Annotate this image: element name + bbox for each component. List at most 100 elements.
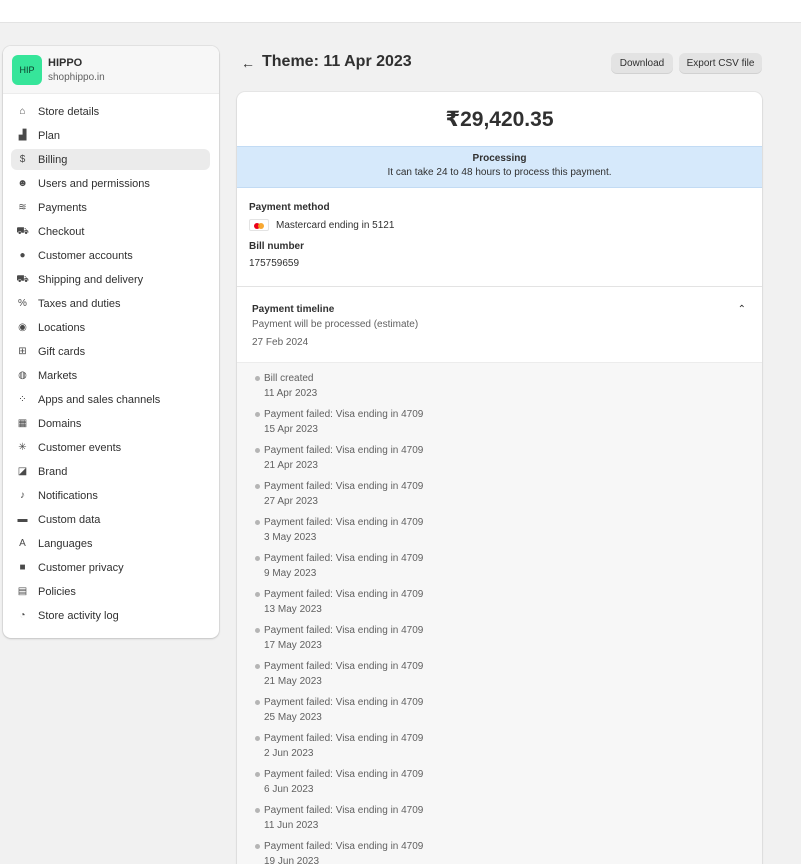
- timeline-event-text: Payment failed: Visa ending in 4709 21 Ap…: [264, 445, 423, 481]
- sidebar-item-customer-accounts[interactable]: ● Customer accounts: [11, 245, 210, 266]
- timeline-dot-icon: [255, 556, 260, 561]
- payment-method-label: Payment method: [249, 202, 330, 213]
- export-csv-button[interactable]: Export CSV file: [679, 53, 762, 74]
- brand-icon: ◪: [17, 465, 28, 477]
- sidebar-item-label: Customer accounts: [38, 249, 133, 262]
- timeline-dot-icon: [255, 448, 260, 453]
- sidebar-item-label: Locations: [38, 321, 86, 334]
- timeline-dot-icon: [255, 628, 260, 633]
- sidebar-item-label: Brand: [38, 465, 68, 478]
- processing-banner: Processing It can take 24 to 48 hours to…: [237, 146, 762, 188]
- event-title: Payment failed: Visa ending in 4709: [264, 805, 424, 816]
- event-date: 17 May 2023: [264, 640, 322, 651]
- languages-icon: A: [19, 537, 26, 549]
- timeline-event: Payment failed: Visa ending in 4709 21 Ap…: [255, 445, 762, 481]
- timeline-event: Payment failed: Visa ending in 4709 9 May…: [255, 553, 762, 589]
- sidebar-item-apps-and-sales-channels[interactable]: ⁘ Apps and sales channels: [11, 389, 210, 410]
- sidebar-item-label: Plan: [38, 129, 61, 142]
- timeline-event-text: Payment failed: Visa ending in 4709 25 Ma…: [264, 697, 423, 733]
- timeline-subtitle: Payment will be processed (estimate): [252, 319, 419, 330]
- sidebar-item-domains[interactable]: ▦ Domains: [11, 413, 210, 434]
- sidebar-item-markets[interactable]: ◍ Markets: [11, 365, 210, 386]
- timeline-dot-icon: [255, 844, 260, 849]
- timeline-event: Payment failed: Visa ending in 4709 19 Ju…: [255, 841, 762, 864]
- event-date: 21 May 2023: [264, 676, 322, 687]
- billing-icon: $: [19, 153, 26, 165]
- download-button[interactable]: Download: [611, 53, 673, 74]
- payments-icon: ≋: [18, 201, 27, 213]
- timeline-event-text: Payment failed: Visa ending in 4709 19 Ju…: [264, 841, 423, 864]
- timeline-event: Payment failed: Visa ending in 4709 13 Ma…: [255, 589, 762, 625]
- timeline-event: Payment failed: Visa ending in 4709 15 Ap…: [255, 409, 762, 445]
- sidebar-item-checkout[interactable]: ⛟ Checkout: [11, 221, 210, 242]
- event-title: Payment failed: Visa ending in 4709: [264, 661, 424, 672]
- page-title: Theme: 11 Apr 2023: [262, 53, 412, 70]
- event-title: Payment failed: Visa ending in 4709: [264, 517, 424, 528]
- timeline-event: Payment failed: Visa ending in 4709 2 Jun…: [255, 733, 762, 769]
- event-title: Payment failed: Visa ending in 4709: [264, 625, 424, 636]
- sidebar-item-shipping-and-delivery[interactable]: ⛟ Shipping and delivery: [11, 269, 210, 290]
- timeline-date: 27 Feb 2024: [252, 337, 309, 348]
- event-date: 25 May 2023: [264, 712, 322, 723]
- event-date: 19 Jun 2023: [264, 856, 320, 864]
- sidebar-item-store-details[interactable]: ⌂ Store details: [11, 101, 210, 122]
- policies-icon: ▤: [17, 585, 28, 597]
- sidebar-item-store-activity-log[interactable]: ◔ Store activity log: [11, 605, 210, 626]
- event-date: 9 May 2023: [264, 568, 317, 579]
- sidebar-item-billing[interactable]: $ Billing: [11, 149, 210, 170]
- timeline-dot-icon: [255, 700, 260, 705]
- sidebar-item-languages[interactable]: A Languages: [11, 533, 210, 554]
- sidebar-item-label: Domains: [38, 417, 82, 430]
- timeline-event-text: Payment failed: Visa ending in 4709 13 Ma…: [264, 589, 423, 625]
- sidebar-item-customer-privacy[interactable]: ■ Customer privacy: [11, 557, 210, 578]
- sidebar-item-label: Apps and sales channels: [38, 393, 161, 406]
- top-bar: [0, 0, 801, 23]
- sidebar-item-label: Custom data: [38, 513, 101, 526]
- event-date: 27 Apr 2023: [264, 496, 318, 507]
- payment-timeline-header[interactable]: Payment timeline ⌃ Payment will be proce…: [237, 287, 762, 362]
- event-date: 21 Apr 2023: [264, 460, 318, 471]
- sidebar-item-plan[interactable]: ▟ Plan: [11, 125, 210, 146]
- truck-icon: ⛟: [16, 273, 29, 285]
- store-header[interactable]: HIP HIPPO shophippo.in: [3, 46, 219, 94]
- timeline-event-text: Bill created 11 Apr 2023: [264, 373, 317, 409]
- timeline-event-text: Payment failed: Visa ending in 4709 21 Ma…: [264, 661, 423, 697]
- bill-card: ₹29,420.35 Processing It can take 24 to …: [237, 92, 762, 864]
- sidebar-item-locations[interactable]: ◉ Locations: [11, 317, 210, 338]
- timeline-event: Bill created 11 Apr 2023: [255, 373, 762, 409]
- gift-card-icon: ⊞: [18, 345, 27, 357]
- sidebar-item-label: Billing: [38, 153, 68, 166]
- event-date: 11 Apr 2023: [264, 388, 318, 399]
- sidebar-item-gift-cards[interactable]: ⊞ Gift cards: [11, 341, 210, 362]
- back-arrow-icon[interactable]: ←: [241, 55, 255, 71]
- bill-number-value: 175759659: [249, 258, 300, 269]
- timeline-event-text: Payment failed: Visa ending in 4709 2 Jun…: [264, 733, 423, 769]
- event-title: Payment failed: Visa ending in 4709: [264, 409, 424, 420]
- tax-icon: %: [18, 297, 27, 309]
- sidebar-item-label: Payments: [38, 201, 87, 214]
- timeline-dot-icon: [255, 520, 260, 525]
- timeline-event-text: Payment failed: Visa ending in 4709 27 Ap…: [264, 481, 423, 517]
- sidebar-item-customer-events[interactable]: ✳ Customer events: [11, 437, 210, 458]
- timeline-dot-icon: [255, 808, 260, 813]
- event-title: Payment failed: Visa ending in 4709: [264, 733, 424, 744]
- sidebar-item-label: Gift cards: [38, 345, 86, 358]
- sidebar-item-custom-data[interactable]: ▬ Custom data: [11, 509, 210, 530]
- timeline-event-text: Payment failed: Visa ending in 4709 9 May…: [264, 553, 423, 589]
- sidebar-item-payments[interactable]: ≋ Payments: [11, 197, 210, 218]
- event-title: Payment failed: Visa ending in 4709: [264, 697, 424, 708]
- sidebar-item-brand[interactable]: ◪ Brand: [11, 461, 210, 482]
- event-title: Payment failed: Visa ending in 4709: [264, 589, 424, 600]
- apps-icon: ⁘: [18, 393, 27, 405]
- chevron-up-icon[interactable]: ⌃: [738, 304, 746, 315]
- timeline-event-text: Payment failed: Visa ending in 4709 3 May…: [264, 517, 423, 553]
- payment-method-row: Mastercard ending in 5121: [249, 219, 750, 231]
- sidebar-item-notifications[interactable]: ♪ Notifications: [11, 485, 210, 506]
- sidebar-item-policies[interactable]: ▤ Policies: [11, 581, 210, 602]
- sidebar-item-taxes-and-duties[interactable]: % Taxes and duties: [11, 293, 210, 314]
- plan-icon: ▟: [18, 129, 27, 141]
- store-name: HIPPO: [48, 56, 83, 69]
- event-title: Payment failed: Visa ending in 4709: [264, 553, 424, 564]
- sidebar-item-users-and-permissions[interactable]: ☻ Users and permissions: [11, 173, 210, 194]
- sidebar-item-label: Shipping and delivery: [38, 273, 144, 286]
